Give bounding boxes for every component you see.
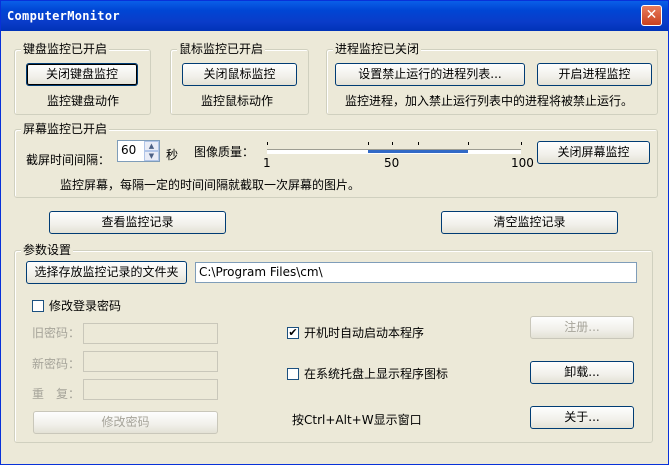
chevron-down-icon[interactable]: ▼: [144, 151, 159, 161]
repeat-password-label: 重 复：: [32, 387, 81, 401]
chevron-up-icon[interactable]: ▲: [144, 141, 159, 151]
register-button[interactable]: 注册...: [530, 316, 634, 339]
slider-tick: [392, 142, 393, 145]
autostart-checkbox[interactable]: ✔: [287, 327, 299, 339]
old-password-field[interactable]: [83, 323, 218, 344]
uninstall-button[interactable]: 卸载...: [530, 361, 634, 384]
slider-selection: [368, 150, 468, 153]
change-password-checkbox[interactable]: [32, 300, 44, 312]
new-password-label: 新密码：: [32, 357, 81, 371]
toggle-mouse-monitor-button[interactable]: 关闭鼠标监控: [182, 63, 297, 86]
repeat-password-field[interactable]: [83, 379, 218, 400]
close-icon[interactable]: ✕: [641, 5, 662, 26]
window-title: ComputerMonitor: [7, 9, 120, 23]
screen-status: 监控屏幕，每隔一定的时间间隔就截取一次屏幕的图片。: [60, 178, 361, 192]
old-password-label: 旧密码：: [32, 326, 81, 340]
main-window: ComputerMonitor ✕ 键盘监控已开启 关闭键盘监控 监控键盘动作 …: [0, 0, 669, 465]
interval-value: 60: [121, 143, 137, 157]
quality-max-label: 100: [511, 156, 534, 170]
about-button[interactable]: 关于...: [530, 406, 634, 429]
screen-group-title: 屏幕监控已开启: [21, 121, 110, 137]
title-bar[interactable]: ComputerMonitor ✕: [1, 1, 668, 31]
toggle-screen-monitor-button[interactable]: 关闭屏幕监控: [537, 141, 650, 164]
interval-label: 截屏时间间隔：: [26, 153, 111, 167]
interval-unit: 秒: [166, 148, 179, 162]
hotkey-hint: 按Ctrl+Alt+W显示窗口: [292, 413, 422, 427]
checkmark-icon: ✔: [288, 326, 298, 339]
view-log-button[interactable]: 查看监控记录: [49, 211, 226, 234]
mouse-status: 监控鼠标动作: [201, 94, 274, 108]
change-password-button[interactable]: 修改密码: [33, 411, 218, 434]
folder-path-field[interactable]: C:\Program Files\cm\: [195, 262, 637, 283]
quality-min-label: 1: [263, 156, 271, 170]
mouse-group-title: 鼠标监控已开启: [177, 41, 266, 57]
new-password-field[interactable]: [83, 351, 218, 372]
set-process-list-button[interactable]: 设置禁止运行的进程列表...: [335, 63, 525, 86]
slider-tick: [368, 142, 369, 145]
quality-mid-label: 50: [384, 156, 400, 170]
process-group-title: 进程监控已关闭: [333, 41, 422, 57]
toggle-process-monitor-button[interactable]: 开启进程监控: [537, 63, 652, 86]
slider-tick: [521, 142, 522, 145]
quality-label: 图像质量：: [194, 145, 255, 159]
clear-log-button[interactable]: 清空监控记录: [441, 211, 618, 234]
slider-tick: [468, 142, 469, 145]
tray-icon-label: 在系统托盘上显示程序图标: [304, 367, 449, 381]
process-status: 监控进程，加入禁止运行列表中的进程将被禁止运行。: [345, 94, 634, 108]
choose-folder-button[interactable]: 选择存放监控记录的文件夹: [26, 261, 187, 284]
autostart-label: 开机时自动启动本程序: [304, 326, 425, 340]
slider-tick: [267, 142, 268, 145]
tray-icon-checkbox[interactable]: [287, 368, 299, 380]
slider-tick: [418, 142, 419, 145]
keyboard-status: 监控键盘动作: [47, 94, 120, 108]
interval-stepper[interactable]: 60 ▲ ▼: [117, 140, 160, 162]
keyboard-group-title: 键盘监控已开启: [21, 41, 110, 57]
toggle-keyboard-monitor-button[interactable]: 关闭键盘监控: [26, 63, 138, 86]
params-group-title: 参数设置: [21, 242, 74, 258]
change-password-check-label: 修改登录密码: [49, 299, 122, 313]
